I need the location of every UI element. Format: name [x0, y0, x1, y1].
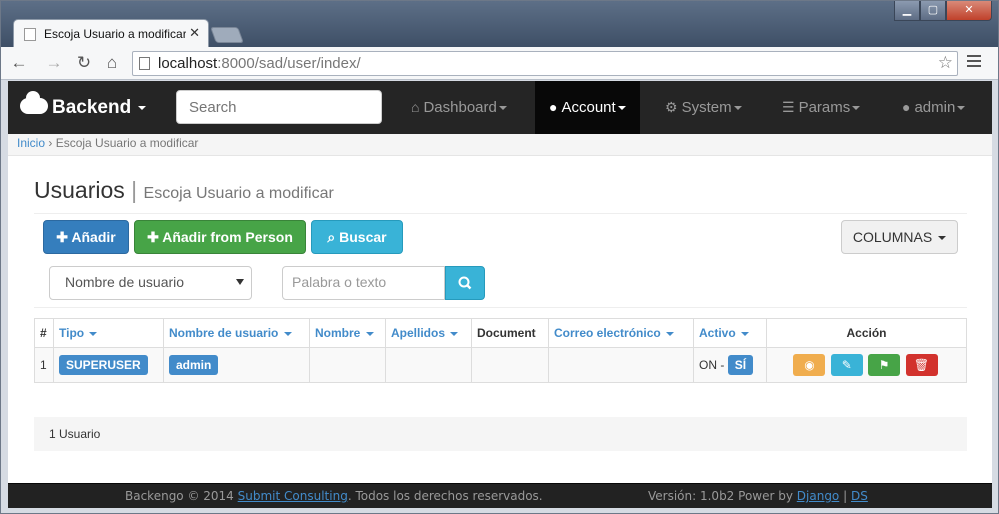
col-tipo[interactable]: Tipo: [53, 318, 164, 348]
breadcrumb-home-link[interactable]: Inicio: [17, 136, 45, 150]
row-actions: ◉ ✎ ⚑ 🗑: [766, 347, 967, 383]
row-activo: ON - SÍ: [693, 347, 767, 383]
col-document: Document: [471, 318, 549, 348]
col-number: #: [34, 318, 54, 348]
username-badge[interactable]: admin: [169, 355, 219, 375]
footer-copyright: Backengo © 2014 Submit Consulting. Todos…: [125, 489, 543, 503]
row-number: 1: [34, 347, 54, 383]
table-row: 1 SUPERUSER admin ON - SÍ ◉ ✎ ⚑ 🗑: [34, 347, 967, 383]
nav-system[interactable]: ⚙ System: [651, 81, 756, 134]
plus-icon: ✚: [147, 229, 159, 245]
flag-button[interactable]: ⚑: [868, 354, 901, 376]
back-arrow-icon[interactable]: ←: [8, 53, 30, 73]
reload-icon[interactable]: ↻: [73, 53, 95, 73]
flag-icon: ⚑: [878, 358, 890, 372]
tipo-badge: SUPERUSER: [59, 355, 148, 375]
row-correo: [548, 347, 694, 383]
search-button[interactable]: ⌕ Buscar: [311, 220, 403, 254]
page-subtitle: Escoja Usuario a modificar: [143, 185, 334, 202]
list-icon: ☰: [782, 99, 795, 115]
breadcrumb-current: Escoja Usuario a modificar: [55, 136, 199, 150]
add-button[interactable]: ✚ Añadir: [43, 220, 129, 254]
view-button[interactable]: ◉: [793, 354, 826, 376]
top-navbar: Backend ⌂Dashboard ●Account ⚙System ☰Par…: [8, 81, 992, 134]
footer-version: Versión: 1.0b2 Power by Django | DS: [648, 489, 868, 503]
search-icon: ⌕: [327, 229, 336, 245]
page-icon: [139, 57, 150, 70]
brand-dropdown[interactable]: Backend: [20, 91, 147, 119]
row-nombre: [309, 347, 386, 383]
col-username[interactable]: Nombre de usuario: [163, 318, 310, 348]
page-title: Usuarios | Escoja Usuario a modificar: [34, 177, 334, 203]
nav-params[interactable]: ☰ Params: [768, 81, 874, 134]
home-icon[interactable]: ⌂: [101, 53, 123, 73]
search-input[interactable]: [176, 90, 382, 124]
footer-ds-link[interactable]: DS: [851, 489, 868, 503]
cogs-icon: ⚙: [665, 99, 678, 115]
divider: [34, 213, 967, 214]
new-tab-button[interactable]: [210, 27, 244, 43]
user-icon: ●: [549, 99, 558, 115]
add-from-person-button[interactable]: ✚ Añadir from Person: [134, 220, 306, 254]
row-username: admin: [163, 347, 310, 383]
bookmark-star-icon[interactable]: ☆: [938, 53, 953, 73]
results-summary: 1 Usuario: [34, 417, 967, 451]
col-nombre[interactable]: Nombre: [309, 318, 386, 348]
edit-icon: ✎: [841, 358, 852, 372]
footer-company-link[interactable]: Submit Consulting: [238, 489, 348, 503]
col-accion: Acción: [766, 318, 967, 348]
cloud-icon: [20, 91, 48, 114]
address-bar[interactable]: localhost:8000/sad/user/index/ ☆: [132, 51, 958, 76]
delete-button[interactable]: 🗑: [905, 354, 938, 376]
user-icon: ●: [902, 99, 911, 115]
trash-icon: 🗑: [913, 358, 930, 372]
chevron-down-icon: [236, 279, 244, 285]
breadcrumb: Inicio › Escoja Usuario a modificar: [8, 134, 992, 156]
plus-icon: ✚: [56, 229, 68, 245]
browser-toolbar: ← → ↻ ⌂ localhost:8000/sad/user/index/ ☆: [1, 47, 998, 80]
edit-button[interactable]: ✎: [830, 354, 863, 376]
tab-title: Escoja Usuario a modificar: [44, 27, 186, 41]
filter-search-button[interactable]: [445, 266, 485, 300]
row-tipo: SUPERUSER: [53, 347, 164, 383]
row-document: [471, 347, 549, 383]
browser-tab[interactable]: Escoja Usuario a modificar ✕: [13, 19, 209, 47]
page-footer: Backengo © 2014 Submit Consulting. Todos…: [8, 483, 992, 508]
close-window-button[interactable]: ✕: [946, 1, 992, 21]
title-bar: Escoja Usuario a modificar ✕ ▁ ▢ ✕: [1, 1, 998, 47]
filter-text-input[interactable]: Palabra o texto: [282, 266, 445, 300]
nav-account[interactable]: ● Account: [535, 81, 640, 134]
eye-icon: ◉: [804, 358, 815, 372]
footer-django-link[interactable]: Django: [797, 489, 840, 503]
nav-dashboard[interactable]: ⌂ Dashboard: [397, 81, 521, 134]
url-text: localhost:8000/sad/user/index/: [158, 55, 361, 72]
forward-arrow-icon[interactable]: →: [43, 53, 65, 73]
web-page: Backend ⌂Dashboard ●Account ⚙System ☰Par…: [8, 81, 992, 508]
row-apellidos: [385, 347, 472, 383]
nav-admin[interactable]: ● admin: [888, 81, 979, 134]
browser-window: Escoja Usuario a modificar ✕ ▁ ▢ ✕ ← → ↻…: [0, 0, 999, 514]
filter-field-select[interactable]: Nombre de usuario: [49, 266, 252, 300]
columns-button[interactable]: COLUMNAS: [841, 220, 958, 254]
col-apellidos[interactable]: Apellidos: [385, 318, 472, 348]
maximize-button[interactable]: ▢: [920, 1, 946, 21]
minimize-button[interactable]: ▁: [894, 1, 920, 21]
col-activo[interactable]: Activo: [693, 318, 767, 348]
users-table: # Tipo Nombre de usuario Nombre Apellido…: [34, 318, 967, 383]
table-header-row: # Tipo Nombre de usuario Nombre Apellido…: [34, 318, 967, 348]
divider: [34, 307, 967, 308]
menu-icon[interactable]: [967, 55, 981, 70]
breadcrumb-separator: ›: [48, 136, 53, 150]
close-tab-icon[interactable]: ✕: [189, 25, 200, 41]
col-correo[interactable]: Correo electrónico: [548, 318, 694, 348]
activo-badge: SÍ: [727, 355, 754, 375]
home-icon: ⌂: [411, 99, 420, 115]
search-icon: [458, 276, 472, 290]
page-favicon-icon: [24, 28, 36, 41]
chevron-down-icon: [138, 105, 147, 110]
brand-label: Backend: [52, 97, 132, 118]
